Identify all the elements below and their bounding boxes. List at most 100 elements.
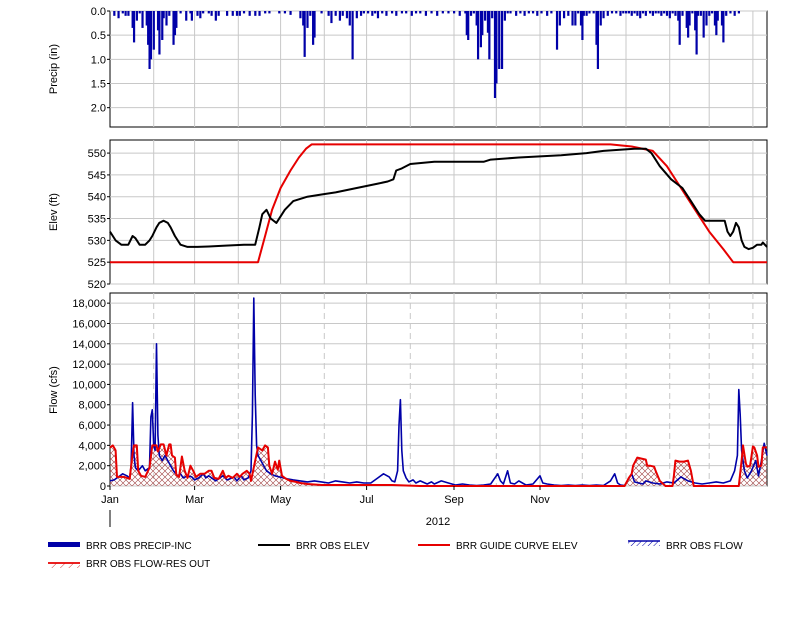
precip-bar [619,11,622,16]
y-tick-label: 0 [100,481,106,493]
precip-bar [671,11,674,14]
precip-bar [214,11,217,21]
precip-bar [334,11,337,16]
precip-bar [602,11,605,19]
precip-bar [395,11,398,16]
legend-label: BRR OBS PRECIP-INC [86,541,192,552]
precip-bar [472,11,475,14]
precip-bar [550,11,553,14]
precip-bar [705,11,708,26]
precip-bar [711,11,714,14]
precip-bar [627,11,631,14]
y-tick-label: 545 [88,170,106,182]
precip-bar [469,11,473,16]
precip-bar [546,11,549,16]
precip-bar [574,11,577,26]
precip-bar [264,11,267,14]
flow-x-ticks: Jan Mar May Jul Sep Nov [101,486,550,506]
precip-bar [226,11,229,16]
y-tick-label: 18,000 [72,298,106,310]
precip-bar [500,11,504,69]
precip-bar [424,11,428,16]
precip-bar [622,11,625,14]
precip-bar [527,11,530,14]
y-tick-label: 8,000 [78,400,106,412]
precip-bar [615,11,618,14]
y-tick-label: 525 [88,257,106,269]
precip-bar [410,11,413,16]
legend-label: BRR OBS FLOW [666,541,743,552]
precip-bar [467,11,470,40]
precip-bar [414,11,418,14]
precip-bar [132,11,136,43]
precip-bar [536,11,539,16]
precip-bar [737,11,741,14]
legend-label: BRR GUIDE CURVE ELEV [456,541,578,552]
y-tick-label: 520 [88,279,106,291]
precip-bar [644,11,647,16]
precip-bar [351,11,354,60]
y-tick-label: 0.0 [91,6,106,18]
precip-bar [138,11,141,14]
legend-label: BRR OBS FLOW-RES OUT [86,559,210,570]
precip-bar [165,11,168,26]
precip-bar [498,11,501,69]
precip-bar [121,11,124,14]
precip-bar [531,11,535,14]
precip-bar [488,11,491,60]
precip-bar [639,11,642,19]
y-tick-label: 535 [88,214,106,226]
precip-bar [708,11,711,16]
precip-bar [571,11,574,26]
precip-bar [678,11,681,45]
precip-bar [657,11,660,14]
precip-bar [725,11,728,16]
y-tick-label: 10,000 [72,379,106,391]
precip-bar [484,11,487,21]
precip-bar [238,11,241,16]
precip-bar [175,11,178,28]
precip-bar [441,11,444,14]
x-tick-label: Jul [360,494,374,506]
precip-bar [585,11,588,16]
precip-bar [523,11,526,16]
precip-bar [113,11,116,16]
precip-bar [636,11,639,16]
precip-bar [196,11,199,16]
x-axis-year-label: 2012 [426,516,450,528]
x-tick-label: Nov [530,494,550,506]
legend-label: BRR OBS ELEV [296,541,370,552]
precip-bar [117,11,120,19]
precip-bar [306,11,309,28]
flow-plot-area [109,292,768,487]
precip-bar [665,11,669,16]
precip-bar [599,11,602,26]
x-tick-label: Sep [444,494,464,506]
precip-bar [348,11,351,26]
flow-y-axis-label: Flow (cfs) [48,366,60,414]
precip-bar [299,11,302,19]
y-tick-label: 2,000 [78,461,106,473]
precip-bar [359,11,363,16]
precip-bar [345,11,349,19]
precip-bar [248,11,251,16]
y-tick-label: 1.5 [91,79,106,91]
precip-bar [210,11,213,16]
y-tick-label: 530 [88,235,106,247]
precip-bar [242,11,246,14]
precip-bar [447,11,450,14]
precip-bar [503,11,506,21]
precip-bar [540,11,543,14]
precip-bar [376,11,380,19]
precip-bar [582,11,585,16]
precip-bar [660,11,663,16]
precip-bar [476,11,480,60]
precip-bar [588,11,591,14]
precip-bar [127,11,130,16]
precip-bar [695,11,698,55]
precip-bar [367,11,370,14]
precip-bar [648,11,652,14]
precip-bar [592,11,595,14]
precip-bar [341,11,344,16]
precip-bar [567,11,570,16]
